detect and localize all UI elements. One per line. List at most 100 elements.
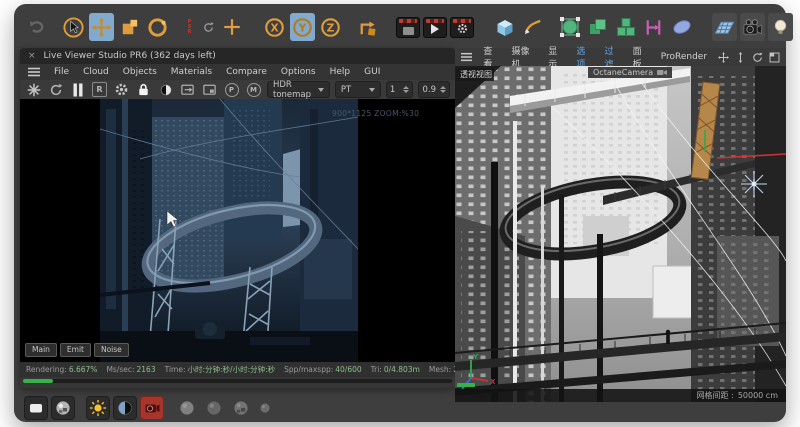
live-viewer-titlebar[interactable]: × Live Viewer Studio PR6 (362 days left) — [20, 48, 455, 64]
region-render-icon[interactable]: R — [91, 82, 108, 98]
window-title: Live Viewer Studio PR6 (362 days left) — [44, 51, 216, 61]
viewport-menubar: 查看 摄像机 显示 选项 过滤 面板 ProRender — [455, 48, 786, 66]
status-time: Time:小时:分钟:秒/小时:分钟:秒 — [165, 364, 276, 375]
viewport-panel: 查看 摄像机 显示 选项 过滤 面板 ProRender — [455, 48, 786, 402]
chevron-down-icon — [369, 88, 375, 92]
status-tri: Tri:0/4.803m — [371, 365, 420, 374]
camera-icon[interactable] — [740, 13, 765, 41]
undo-icon[interactable] — [24, 13, 49, 41]
focus-picker-icon[interactable]: P — [223, 82, 240, 98]
settings-gear-icon[interactable] — [113, 82, 130, 98]
cloner-icon[interactable] — [613, 13, 638, 41]
extrude-icon[interactable] — [585, 13, 610, 41]
cube-primitive-icon[interactable] — [492, 13, 517, 41]
pause-icon[interactable] — [69, 82, 86, 98]
sun-light-icon[interactable] — [86, 396, 110, 420]
close-icon[interactable]: × — [28, 51, 36, 61]
sphere-material-icon[interactable] — [51, 396, 75, 420]
light-icon[interactable] — [768, 13, 793, 41]
menu-gui[interactable]: GUI — [364, 67, 380, 77]
tab-emit[interactable]: Emit — [60, 343, 91, 357]
pan-icon[interactable] — [718, 52, 729, 63]
spline-constraint-icon[interactable] — [641, 13, 666, 41]
floor-icon[interactable] — [712, 13, 737, 41]
dolly-icon[interactable] — [735, 52, 746, 63]
maximize-view-icon[interactable] — [769, 52, 780, 63]
ellipsoid-icon[interactable] — [669, 13, 694, 41]
exposure-stepper[interactable]: 0.9 — [418, 81, 450, 98]
status-mssec: Ms/sec:2163 — [106, 365, 155, 374]
menu-compare[interactable]: Compare — [226, 67, 267, 77]
menu-file[interactable]: File — [54, 67, 69, 77]
lock-resolution-icon[interactable] — [135, 82, 152, 98]
chevron-down-icon — [318, 88, 324, 92]
render-progress-fill — [23, 379, 53, 383]
person-figure — [666, 330, 670, 334]
x-axis-lock[interactable]: X — [262, 13, 287, 41]
clay-mode-icon[interactable] — [157, 82, 174, 98]
render-view-button[interactable] — [396, 17, 420, 38]
exposure-value: 0.9 — [422, 85, 436, 95]
render-progress-bar — [23, 379, 452, 383]
kernel-value: PT — [341, 85, 351, 95]
hdri-environment-icon[interactable] — [113, 396, 137, 420]
tonemap-select[interactable]: HDR tonemap — [267, 81, 330, 98]
kernel-select[interactable]: PT — [335, 81, 381, 98]
material-disabled-1-icon[interactable] — [175, 396, 199, 420]
render-image[interactable] — [100, 99, 358, 362]
live-viewer-toolbar: R P M HDR tonemap PT 1 0.9 — [20, 80, 455, 99]
view-type-label[interactable]: 透视视图 — [456, 68, 494, 81]
move-tool[interactable] — [89, 13, 114, 41]
render-info-text: 900*1125 ZOOM:%30 — [332, 109, 419, 118]
render-settings-button[interactable] — [450, 17, 474, 38]
z-axis-lock[interactable]: Z — [318, 13, 343, 41]
coordinate-system-icon[interactable] — [355, 13, 380, 41]
viewport-nav-controls — [718, 52, 780, 63]
tab-noise[interactable]: Noise — [94, 343, 129, 357]
restart-render-icon[interactable] — [47, 82, 64, 98]
status-mesh: Mesh:268 — [429, 365, 455, 374]
status-rendering: Rendering:6.667% — [26, 365, 97, 374]
spark-icon[interactable] — [25, 82, 42, 98]
menu-help[interactable]: Help — [330, 67, 351, 77]
axis-x-letter: X — [270, 22, 278, 34]
passes-stepper[interactable]: 1 — [386, 81, 414, 98]
rotate-tool[interactable] — [145, 13, 170, 41]
psr-coordinates-icon[interactable]: PSR — [182, 13, 197, 41]
y-axis-lock[interactable]: Y — [290, 13, 315, 41]
menu-options[interactable]: Options — [281, 67, 316, 77]
material-disabled-3-icon[interactable] — [229, 396, 253, 420]
menu-cloud[interactable]: Cloud — [83, 67, 109, 77]
refresh-psr-icon[interactable] — [200, 13, 216, 41]
material-disabled-2-icon[interactable] — [202, 396, 226, 420]
svg-text:Z: Z — [327, 22, 335, 34]
hamburger-icon[interactable] — [461, 52, 472, 62]
rotate-view-icon[interactable] — [752, 52, 763, 63]
subdivision-surface-icon[interactable] — [557, 13, 582, 41]
material-disabled-small-icon[interactable] — [256, 399, 274, 417]
octane-camera-icon[interactable] — [140, 396, 164, 420]
render-view-area[interactable]: 900*1125 ZOOM:%30 Main Emit Noise — [20, 99, 455, 362]
send-to-picture-viewer-icon[interactable] — [179, 82, 196, 98]
render-picture-viewer-button[interactable] — [423, 17, 447, 38]
hamburger-icon[interactable] — [28, 67, 40, 77]
application-stage: PSR X Y Z — [0, 0, 800, 427]
grid-spacing-value: 50000 cm — [738, 391, 778, 400]
status-spp: Spp/maxspp:40/600 — [284, 365, 362, 374]
main-toolbar: PSR X Y Z — [24, 8, 776, 46]
flat-material-icon[interactable] — [24, 396, 48, 420]
live-selection-tool[interactable] — [61, 13, 86, 41]
scale-tool[interactable] — [117, 13, 142, 41]
material-picker-icon[interactable]: M — [245, 82, 262, 98]
viewport-canvas[interactable]: Y X 透视视图 OctaneCamera 网格间距 : 50000 cm — [455, 66, 786, 402]
vp-menu-prorender[interactable]: ProRender — [661, 52, 707, 62]
camera-object-label[interactable]: OctaneCamera — [588, 67, 672, 78]
pen-spline-icon[interactable] — [520, 13, 545, 41]
viewport-progress-bar — [457, 383, 475, 387]
copy-to-new-window-icon[interactable] — [201, 82, 218, 98]
grid-spacing-label: 网格间距 : — [697, 390, 734, 401]
menu-objects[interactable]: Objects — [123, 67, 157, 77]
tab-main[interactable]: Main — [25, 343, 57, 357]
menu-materials[interactable]: Materials — [171, 67, 212, 77]
add-axis-icon[interactable] — [219, 13, 244, 41]
